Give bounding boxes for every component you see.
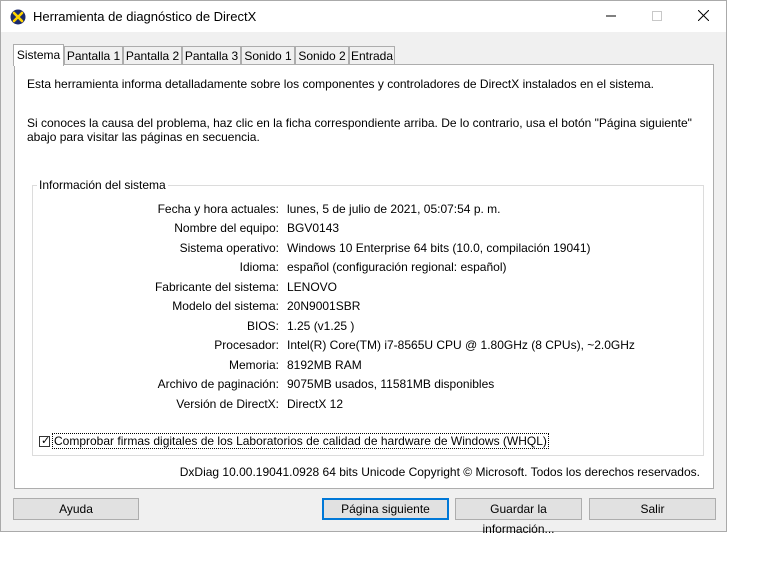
info-row-memory: Memoria: 8192MB RAM xyxy=(33,358,693,374)
copyright-text: DxDiag 10.00.19041.0928 64 bits Unicode … xyxy=(179,465,700,479)
next-page-button[interactable]: Página siguiente xyxy=(322,498,449,520)
info-value: LENOVO xyxy=(287,280,338,294)
intro-text: Esta herramienta informa detalladamente … xyxy=(27,77,654,91)
info-label: BIOS: xyxy=(246,319,279,333)
info-label: Modelo del sistema: xyxy=(172,299,279,313)
whql-checkbox-label[interactable]: Comprobar firmas digitales de los Labora… xyxy=(52,433,549,449)
info-value: español (configuración regional: español… xyxy=(287,260,507,274)
close-icon xyxy=(697,9,709,24)
save-info-button[interactable]: Guardar la información... xyxy=(455,498,582,536)
system-tab-panel: Esta herramienta informa detalladamente … xyxy=(14,64,714,489)
info-label: Versión de DirectX: xyxy=(176,397,279,411)
maximize-button[interactable] xyxy=(634,1,680,32)
title-bar[interactable]: Herramienta de diagnóstico de DirectX xyxy=(1,1,726,32)
info-label: Idioma: xyxy=(239,260,279,274)
dxdiag-window: Herramienta de diagnóstico de DirectX Si… xyxy=(0,0,727,536)
whql-checkbox-row[interactable]: ✓ Comprobar firmas digitales de los Labo… xyxy=(39,433,549,449)
maximize-icon xyxy=(652,10,662,24)
tab-pantalla-1[interactable]: Pantalla 1 xyxy=(64,46,123,64)
info-label: Archivo de paginación: xyxy=(157,377,279,391)
info-value: DirectX 12 xyxy=(287,397,344,411)
info-value: 1.25 (v1.25 ) xyxy=(287,319,355,333)
info-row-pagefile: Archivo de paginación: 9075MB usados, 11… xyxy=(33,377,693,393)
tab-sistema[interactable]: Sistema xyxy=(13,44,64,66)
info-label: Fecha y hora actuales: xyxy=(157,202,279,216)
info-value: BGV0143 xyxy=(287,221,340,235)
system-info-group: Información del sistema Fecha y hora act… xyxy=(32,178,704,456)
info-value: Windows 10 Enterprise 64 bits (10.0, com… xyxy=(287,241,591,255)
info-label: Sistema operativo: xyxy=(179,241,279,255)
info-value: 20N9001SBR xyxy=(287,299,361,313)
window-title: Herramienta de diagnóstico de DirectX xyxy=(33,9,257,24)
info-value: lunes, 5 de julio de 2021, 05:07:54 p. m… xyxy=(287,202,501,216)
checkmark-icon: ✓ xyxy=(41,434,51,447)
whql-checkbox[interactable]: ✓ xyxy=(39,434,51,447)
info-row-computer-name: Nombre del equipo: BGV0143 xyxy=(33,221,693,237)
info-row-date: Fecha y hora actuales: lunes, 5 de julio… xyxy=(33,202,693,218)
info-row-manufacturer: Fabricante del sistema: LENOVO xyxy=(33,280,693,296)
info-label: Procesador: xyxy=(214,338,279,352)
tab-sonido-1[interactable]: Sonido 1 xyxy=(241,46,295,64)
info-row-language: Idioma: español (configuración regional:… xyxy=(33,260,693,276)
info-row-model: Modelo del sistema: 20N9001SBR xyxy=(33,299,693,315)
tab-sonido-2[interactable]: Sonido 2 xyxy=(295,46,349,64)
minimize-icon xyxy=(606,10,616,24)
info-value: 8192MB RAM xyxy=(287,358,362,372)
info-row-os: Sistema operativo: Windows 10 Enterprise… xyxy=(33,241,693,257)
info-row-bios: BIOS: 1.25 (v1.25 ) xyxy=(33,319,693,335)
directx-icon xyxy=(10,9,26,25)
info-label: Fabricante del sistema: xyxy=(154,280,279,294)
info-label: Memoria: xyxy=(228,358,279,372)
tab-pantalla-3[interactable]: Pantalla 3 xyxy=(182,46,241,64)
help-button[interactable]: Ayuda xyxy=(13,498,139,520)
intro-instructions: Si conoces la causa del problema, haz cl… xyxy=(27,116,692,144)
minimize-button[interactable] xyxy=(588,1,634,32)
info-label: Nombre del equipo: xyxy=(174,221,279,235)
tab-entrada[interactable]: Entrada xyxy=(349,46,395,64)
info-row-directx-version: Versión de DirectX: DirectX 12 xyxy=(33,397,693,413)
info-value: 9075MB usados, 11581MB disponibles xyxy=(287,377,495,391)
system-info-legend: Información del sistema xyxy=(37,178,168,192)
tab-pantalla-2[interactable]: Pantalla 2 xyxy=(123,46,182,64)
info-row-processor: Procesador: Intel(R) Core(TM) i7-8565U C… xyxy=(33,338,693,354)
close-button[interactable] xyxy=(680,1,726,32)
exit-button[interactable]: Salir xyxy=(589,498,716,520)
info-value: Intel(R) Core(TM) i7-8565U CPU @ 1.80GHz… xyxy=(287,338,635,352)
